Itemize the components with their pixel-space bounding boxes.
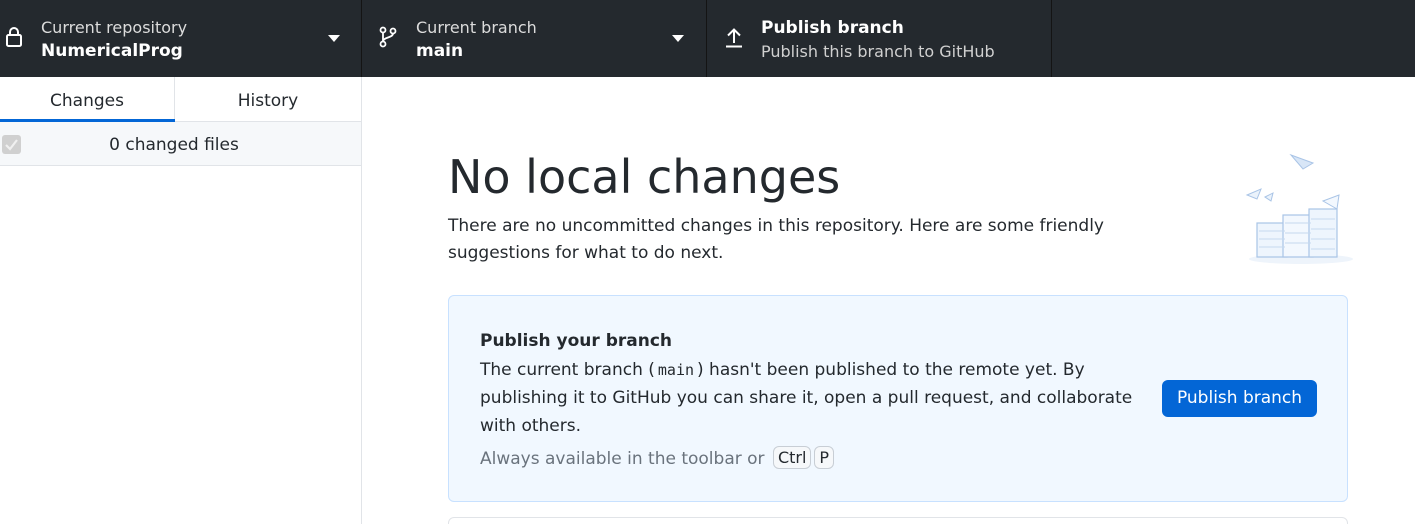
kbd-ctrl: Ctrl	[772, 446, 812, 469]
publish-branch-suggestion-card: Publish your branch The current branch (…	[448, 295, 1348, 502]
chevron-down-icon	[672, 35, 684, 42]
repository-title: Current repository	[41, 18, 188, 37]
hint-text: Always available in the toolbar or	[480, 449, 765, 469]
main-panel: No local changes There are no uncommitte…	[363, 77, 1415, 524]
publish-branch-button[interactable]: Publish branch	[1162, 380, 1317, 417]
changed-files-header: 0 changed files	[0, 122, 361, 166]
tab-changes[interactable]: Changes	[0, 77, 175, 122]
current-repository-button[interactable]: Current repository NumericalProg	[0, 0, 362, 77]
page-title: No local changes	[448, 150, 841, 204]
card-title: Publish your branch	[480, 331, 672, 351]
tab-history[interactable]: History	[175, 77, 361, 121]
kbd-p: P	[814, 446, 835, 469]
git-branch-icon	[379, 26, 399, 48]
card-description: The current branch (main) hasn't been pu…	[480, 356, 1140, 440]
sidebar: Changes History 0 changed files	[0, 77, 362, 524]
sidebar-tabs: Changes History	[0, 77, 361, 122]
branch-name: main	[416, 41, 464, 61]
chevron-down-icon	[328, 35, 340, 42]
publish-subtitle: Publish this branch to GitHub	[761, 42, 995, 61]
tab-changes-label: Changes	[50, 91, 124, 111]
keyboard-hint: Always available in the toolbar or Ctrl P	[480, 446, 835, 469]
publish-branch-toolbar-button[interactable]: Publish branch Publish this branch to Gi…	[707, 0, 1052, 77]
upload-icon	[725, 26, 745, 48]
changed-files-count: 0 changed files	[109, 135, 239, 155]
tab-history-label: History	[237, 91, 299, 111]
toolbar: Current repository NumericalProg Current…	[0, 0, 1415, 77]
next-suggestion-card	[448, 517, 1348, 524]
lock-icon	[5, 26, 25, 48]
page-description: There are no uncommitted changes in this…	[448, 216, 1104, 263]
publish-title: Publish branch	[761, 18, 904, 38]
branch-code: main	[657, 361, 695, 379]
empty-state-illustration	[1239, 149, 1357, 267]
card-desc-before: The current branch (	[480, 360, 655, 380]
repository-name: NumericalProg	[41, 41, 183, 61]
current-branch-button[interactable]: Current branch main	[362, 0, 707, 77]
branch-title: Current branch	[416, 18, 537, 37]
